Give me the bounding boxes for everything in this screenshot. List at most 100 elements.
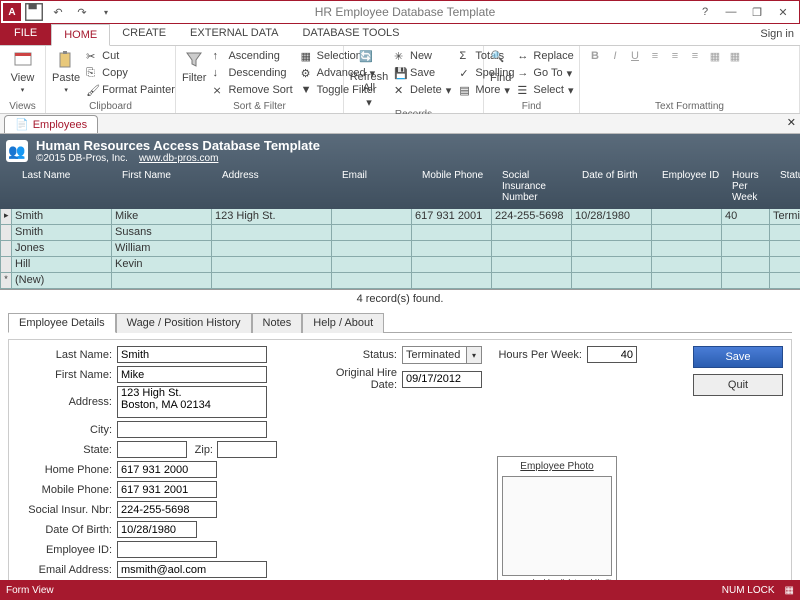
state-field[interactable] (117, 441, 187, 458)
qat-redo-icon[interactable]: ↷ (71, 2, 93, 22)
align-center-button[interactable]: ≡ (666, 48, 684, 64)
status-select[interactable]: Terminated▾ (402, 346, 482, 364)
last-name-field[interactable] (117, 346, 267, 363)
column-header[interactable]: Social Insurance Number (498, 168, 578, 209)
qat-customize-icon[interactable]: ▾ (95, 2, 117, 22)
view-shortcut-icon[interactable]: ▦ (785, 585, 794, 596)
first-name-field[interactable] (117, 366, 267, 383)
column-header[interactable]: Mobile Phone (418, 168, 498, 209)
city-field[interactable] (117, 421, 267, 438)
table-row[interactable]: SmithSusans (0, 225, 800, 241)
advanced-icon: ⚙ (301, 67, 313, 79)
tab-create[interactable]: CREATE (110, 23, 178, 45)
table-row[interactable]: JonesWilliam (0, 241, 800, 257)
sort-desc-button[interactable]: ↓Descending (210, 65, 294, 81)
column-header[interactable]: Date of Birth (578, 168, 658, 209)
column-header[interactable]: First Name (118, 168, 218, 209)
new-button[interactable]: ✳New (392, 48, 453, 64)
sort-asc-button[interactable]: ↑Ascending (210, 48, 294, 64)
new-row[interactable]: (New) (0, 273, 800, 289)
home-phone-field[interactable] (117, 461, 217, 478)
column-header[interactable]: Email (338, 168, 418, 209)
hire-date-field[interactable] (402, 371, 482, 388)
dob-field[interactable] (117, 521, 197, 538)
tab-database-tools[interactable]: DATABASE TOOLS (290, 23, 411, 45)
cut-button[interactable]: ✂Cut (84, 48, 177, 64)
tab-external-data[interactable]: EXTERNAL DATA (178, 23, 290, 45)
qat-save-icon[interactable] (23, 2, 45, 22)
tab-home[interactable]: HOME (51, 24, 110, 46)
save-button[interactable]: Save (693, 346, 783, 368)
qat-undo-icon[interactable]: ↶ (47, 2, 69, 22)
filter-button[interactable]: Filter (182, 48, 206, 84)
detail-tab[interactable]: Help / About (302, 313, 384, 333)
column-header[interactable] (6, 168, 18, 209)
refresh-all-button[interactable]: 🔄Refresh All▾ (350, 48, 388, 109)
find-button[interactable]: 🔍Find (490, 48, 511, 84)
label-home-phone: Home Phone: (17, 464, 117, 476)
column-header[interactable]: Employee ID (658, 168, 728, 209)
tab-file[interactable]: FILE (0, 23, 51, 45)
select-icon: ☰ (517, 84, 529, 96)
goto-button[interactable]: →Go To▾ (515, 65, 575, 81)
align-right-button[interactable]: ≡ (686, 48, 704, 64)
status-left: Form View (6, 585, 54, 596)
label-zip: Zip: (187, 444, 217, 456)
format-painter-button[interactable]: 🖌Format Painter (84, 82, 177, 98)
fill-color-button[interactable]: ▦ (706, 48, 724, 64)
more-icon: ▤ (459, 84, 471, 96)
cut-icon: ✂ (86, 50, 98, 62)
delete-button[interactable]: ✕Delete▾ (392, 82, 453, 98)
hours-per-week-field[interactable] (587, 346, 637, 363)
quit-button[interactable]: Quit (693, 374, 783, 396)
grid-button[interactable]: ▦ (726, 48, 744, 64)
remove-sort-button[interactable]: ⨯Remove Sort (210, 82, 294, 98)
sin-field[interactable] (117, 501, 217, 518)
underline-button[interactable]: U (626, 48, 644, 64)
detail-tab[interactable]: Employee Details (8, 313, 116, 333)
bold-button[interactable]: B (586, 48, 604, 64)
zip-field[interactable] (217, 441, 277, 458)
replace-icon: ↔ (517, 50, 529, 62)
column-header[interactable]: Last Name (18, 168, 118, 209)
italic-button[interactable]: I (606, 48, 624, 64)
paste-button[interactable]: Paste▾ (52, 48, 80, 94)
detail-tab[interactable]: Wage / Position History (116, 313, 252, 333)
column-header[interactable]: Address (218, 168, 338, 209)
restore-button[interactable]: ❐ (745, 3, 769, 21)
table-row[interactable]: HillKevin (0, 257, 800, 273)
copyright: ©2015 DB-Pros, Inc. (36, 153, 128, 164)
chevron-down-icon: ▾ (466, 347, 481, 363)
db-logo-icon: 👥 (6, 140, 28, 162)
view-button[interactable]: View▾ (6, 48, 39, 94)
label-city: City: (17, 424, 117, 436)
email-field[interactable] (117, 561, 267, 578)
header-title: Human Resources Access Database Template (36, 138, 320, 153)
detail-tab[interactable]: Notes (252, 313, 303, 333)
replace-button[interactable]: ↔Replace (515, 48, 575, 64)
column-header[interactable]: Status (776, 168, 800, 209)
sign-in-link[interactable]: Sign in (760, 28, 794, 40)
employee-photo-box[interactable]: Employee Photo double-click to add/edit (497, 456, 617, 592)
employee-id-field[interactable] (117, 541, 217, 558)
employee-grid[interactable]: SmithMike123 High St.617 931 2001224-255… (0, 209, 800, 290)
column-header[interactable]: Hours Per Week (728, 168, 776, 209)
label-dob: Date Of Birth: (17, 524, 117, 536)
brush-icon: 🖌 (86, 84, 98, 96)
help-icon[interactable]: ? (693, 3, 717, 21)
employee-detail-form: Last Name: First Name: Address:123 High … (8, 339, 792, 593)
copy-button[interactable]: ⎘Copy (84, 65, 177, 81)
save-record-button[interactable]: 💾Save (392, 65, 453, 81)
align-left-button[interactable]: ≡ (646, 48, 664, 64)
select-button[interactable]: ☰Select▾ (515, 82, 575, 98)
close-tab-icon[interactable]: ✕ (787, 116, 796, 129)
refresh-icon: 🔄 (359, 50, 379, 70)
delete-icon: ✕ (394, 84, 406, 96)
mobile-phone-field[interactable] (117, 481, 217, 498)
doc-tab-employees[interactable]: 📄Employees (4, 115, 98, 133)
address-field[interactable]: 123 High St. Boston, MA 02134 (117, 386, 267, 418)
table-row[interactable]: SmithMike123 High St.617 931 2001224-255… (0, 209, 800, 225)
minimize-button[interactable]: — (719, 3, 743, 21)
close-button[interactable]: ✕ (771, 3, 795, 21)
vendor-link[interactable]: www.db-pros.com (139, 153, 218, 164)
